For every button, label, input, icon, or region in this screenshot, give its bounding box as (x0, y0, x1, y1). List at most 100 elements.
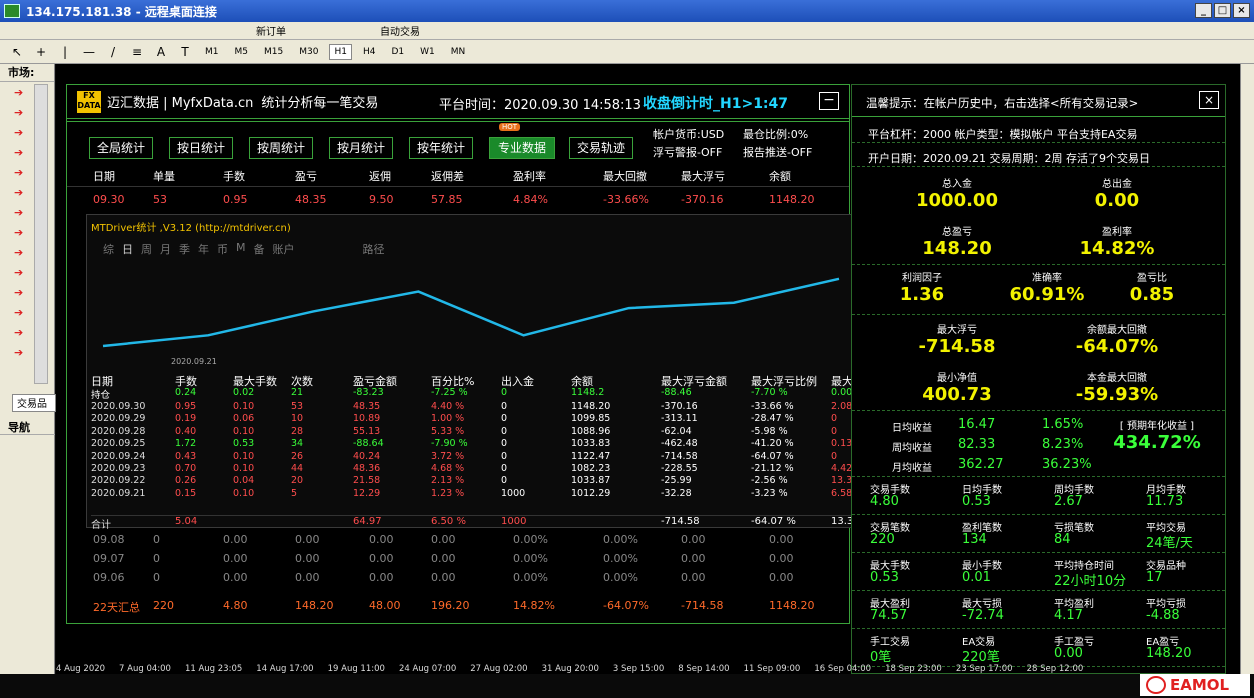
symbol-arrow-icon[interactable]: ➔ (14, 166, 23, 179)
crosshair-icon[interactable]: + (32, 43, 50, 61)
table-cell: 0 (153, 571, 160, 584)
table-cell: 0.00% (513, 533, 548, 546)
stat-value: -714.58 (918, 336, 996, 357)
table-cell: 1082.23 (571, 463, 611, 474)
mtdriver-tab[interactable]: 日 (122, 241, 133, 257)
brand-name[interactable]: 迈汇数据 | MyfxData.cn (107, 92, 253, 111)
income-pct: 8.23% (1042, 437, 1084, 452)
timeframe-mn[interactable]: MN (446, 44, 471, 60)
table-cell: 0.00 (223, 571, 248, 584)
table-cell: 09.07 (93, 552, 125, 565)
table-cell: 40.24 (353, 450, 381, 462)
float-loss-alert[interactable]: 浮亏警报-OFF (653, 144, 722, 160)
stat-accuracy: 准确率 60.91% (1002, 269, 1092, 305)
mtdriver-tab[interactable]: 周 (141, 241, 152, 257)
table-cell: -313.11 (661, 413, 698, 425)
account-info-line1: 平台杠杆：2000 帐户类型：模拟帐户 平台支持EA交易 (852, 121, 1225, 143)
timeframe-m5[interactable]: M5 (230, 44, 254, 60)
tab-pro-data[interactable]: 专业数据 (489, 137, 555, 159)
symbol-arrow-icon[interactable]: ➔ (14, 126, 23, 139)
tab-trade-track[interactable]: 交易轨迹 (569, 137, 633, 159)
symbol-arrow-icon[interactable]: ➔ (14, 286, 23, 299)
market-watch-scrollbar[interactable] (34, 84, 48, 384)
platform-time: 平台时间：2020.09.30 14:58:13 (439, 98, 641, 113)
report-push[interactable]: 报告推送-OFF (743, 144, 812, 160)
table-cell: 0.00 (431, 533, 456, 546)
timeframe-m30[interactable]: M30 (294, 44, 323, 60)
table-cell: 0 (501, 450, 508, 462)
label-icon[interactable]: T (176, 43, 194, 61)
mtdriver-tabs: 综日周月季年币 M 备账户 路径 (103, 241, 385, 257)
date-tick: 4 Aug 2020 (56, 664, 106, 674)
timeframe-m15[interactable]: M15 (259, 44, 288, 60)
grid-value: 220笔 (962, 650, 1000, 665)
symbol-arrow-icon[interactable]: ➔ (14, 86, 23, 99)
mtdriver-tab[interactable]: 备 (254, 241, 265, 257)
new-order-button[interactable]: 新订单 (256, 23, 286, 38)
stat-min-equity: 最小净值 400.73 (892, 369, 1022, 405)
table-cell: 0 (501, 463, 508, 474)
minimize-panel-button[interactable]: − (819, 92, 839, 110)
timeframe-h4[interactable]: H4 (358, 44, 381, 60)
symbol-arrow-icon[interactable]: ➔ (14, 106, 23, 119)
window-scrollbar[interactable] (1240, 64, 1254, 674)
close-button[interactable]: × (1233, 3, 1250, 18)
table-cell: 6.50 % (431, 516, 466, 527)
maximize-button[interactable]: □ (1214, 3, 1231, 18)
symbol-arrow-icon[interactable]: ➔ (14, 206, 23, 219)
tab-global-stats[interactable]: 全局统计 (89, 137, 153, 159)
mtdriver-tab[interactable]: 账户 (273, 241, 295, 257)
timeframe-m1[interactable]: M1 (200, 44, 224, 60)
symbol-arrow-icon[interactable]: ➔ (14, 346, 23, 359)
timeframe-h1[interactable]: H1 (329, 43, 352, 60)
table-cell: 0.00 (769, 571, 794, 584)
timeframe-w1[interactable]: W1 (415, 44, 440, 60)
mtdriver-tab[interactable]: 路径 (363, 241, 385, 257)
mtdriver-tab[interactable]: M (236, 241, 246, 257)
table-cell: 0.24 (175, 387, 197, 398)
symbol-arrow-icon[interactable]: ➔ (14, 266, 23, 279)
channel-icon[interactable]: ≡ (128, 43, 146, 61)
symbol-arrow-icon[interactable]: ➔ (14, 306, 23, 319)
trendline-icon[interactable]: / (104, 43, 122, 61)
mtdriver-tab[interactable]: 年 (198, 241, 209, 257)
tab-symbols[interactable]: 交易品 (12, 394, 56, 412)
vertical-line-icon[interactable]: | (56, 43, 74, 61)
symbol-arrow-icon[interactable]: ➔ (14, 326, 23, 339)
mtdriver-tab[interactable]: 币 (217, 241, 228, 257)
table-cell: -64.07% (603, 599, 649, 612)
symbol-arrow-icon[interactable]: ➔ (14, 186, 23, 199)
text-icon[interactable]: A (152, 43, 170, 61)
tab-weekly-stats[interactable]: 按周统计 (249, 137, 313, 159)
cursor-icon[interactable]: ↖ (8, 43, 26, 61)
tab-monthly-stats[interactable]: 按月统计 (329, 137, 393, 159)
table-cell: 1033.87 (571, 475, 611, 487)
tab-daily-stats[interactable]: 按日统计 (169, 137, 233, 159)
mtdriver-tab[interactable]: 月 (160, 241, 171, 257)
symbol-arrow-icon[interactable]: ➔ (14, 146, 23, 159)
col-header: 返佣差 (431, 170, 464, 183)
col-header: 最大回撤 (603, 170, 647, 183)
symbol-arrow-icon[interactable]: ➔ (14, 226, 23, 239)
timeframe-d1[interactable]: D1 (386, 44, 409, 60)
table-cell: 4.68 % (431, 463, 465, 474)
auto-trading-button[interactable]: 自动交易 (380, 23, 420, 38)
tab-yearly-stats[interactable]: 按年统计 (409, 137, 473, 159)
horizontal-line-icon[interactable]: — (80, 43, 98, 61)
date-tick: 27 Aug 02:00 (470, 664, 528, 674)
table-cell: 2020.09.23 (91, 463, 146, 474)
minimize-button[interactable]: _ (1195, 3, 1212, 18)
mtdriver-tab[interactable]: 综 (103, 241, 114, 257)
table-cell: 48.36 (353, 463, 381, 474)
grid-value: 22小时10分 (1054, 574, 1127, 589)
table-cell: -88.64 (353, 438, 384, 450)
table-cell: 09.06 (93, 571, 125, 584)
date-tick: 7 Aug 04:00 (119, 664, 171, 674)
table-cell: -370.16 (661, 401, 698, 412)
symbol-arrow-icon[interactable]: ➔ (14, 246, 23, 259)
table-cell: 57.85 (431, 193, 463, 206)
close-tip-button[interactable]: × (1199, 91, 1219, 109)
mtdriver-tab[interactable]: 季 (179, 241, 190, 257)
window-titlebar: 134.175.181.38 - 远程桌面连接 _ □ × (0, 0, 1254, 22)
table-cell: 53 (291, 401, 304, 412)
